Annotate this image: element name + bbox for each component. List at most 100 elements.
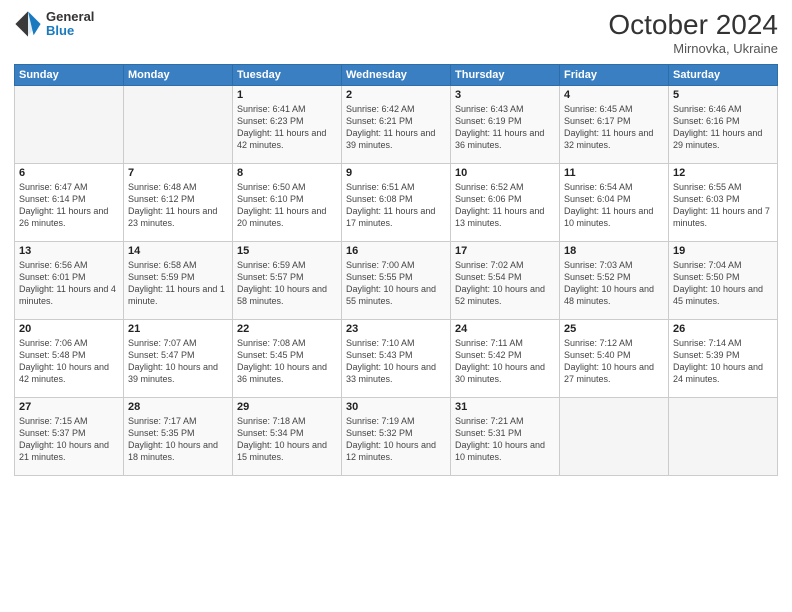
day-info: Sunrise: 7:03 AM Sunset: 5:52 PM Dayligh… bbox=[564, 259, 664, 308]
logo-icon bbox=[14, 10, 42, 38]
day-info: Sunrise: 6:41 AM Sunset: 6:23 PM Dayligh… bbox=[237, 103, 337, 152]
logo: General Blue bbox=[14, 10, 94, 39]
calendar-cell: 24 Sunrise: 7:11 AM Sunset: 5:42 PM Dayli… bbox=[451, 319, 560, 397]
day-number: 29 bbox=[237, 401, 337, 413]
day-number: 21 bbox=[128, 323, 228, 335]
calendar-cell: 9Sunrise: 6:51 AM Sunset: 6:08 PM Daylig… bbox=[342, 163, 451, 241]
calendar-cell: 17 Sunrise: 7:02 AM Sunset: 5:54 PM Dayli… bbox=[451, 241, 560, 319]
day-info: Sunrise: 6:50 AM Sunset: 6:10 PM Dayligh… bbox=[237, 181, 337, 230]
day-number: 19 bbox=[673, 245, 773, 257]
day-info: Sunrise: 7:17 AM Sunset: 5:35 PM Dayligh… bbox=[128, 415, 228, 464]
calendar-cell: 3 Sunrise: 6:43 AM Sunset: 6:19 PM Daylig… bbox=[451, 85, 560, 163]
weekday-header-tuesday: Tuesday bbox=[233, 64, 342, 85]
day-number: 15 bbox=[237, 245, 337, 257]
day-info: Sunrise: 6:48 AM Sunset: 6:12 PM Dayligh… bbox=[128, 181, 228, 230]
location-subtitle: Mirnovka, Ukraine bbox=[608, 41, 778, 56]
day-info: Sunrise: 7:18 AM Sunset: 5:34 PM Dayligh… bbox=[237, 415, 337, 464]
calendar-cell: 10 Sunrise: 6:52 AM Sunset: 6:06 PM Dayli… bbox=[451, 163, 560, 241]
calendar-week-row: 20 Sunrise: 7:06 AM Sunset: 5:48 PM Dayli… bbox=[15, 319, 778, 397]
calendar-cell: 7 Sunrise: 6:48 AM Sunset: 6:12 PM Daylig… bbox=[124, 163, 233, 241]
calendar-cell: 31 Sunrise: 7:21 AM Sunset: 5:31 PM Dayli… bbox=[451, 397, 560, 475]
day-number: 11 bbox=[564, 167, 664, 179]
day-info: Sunrise: 6:43 AM Sunset: 6:19 PM Dayligh… bbox=[455, 103, 555, 152]
day-number: 31 bbox=[455, 401, 555, 413]
weekday-header-thursday: Thursday bbox=[451, 64, 560, 85]
day-number: 24 bbox=[455, 323, 555, 335]
calendar-cell bbox=[560, 397, 669, 475]
day-number: 22 bbox=[237, 323, 337, 335]
day-number: 4 bbox=[564, 89, 664, 101]
weekday-header-wednesday: Wednesday bbox=[342, 64, 451, 85]
day-info: Sunrise: 6:55 AM Sunset: 6:03 PM Dayligh… bbox=[673, 181, 773, 230]
day-info: Sunrise: 7:19 AM Sunset: 5:32 PM Dayligh… bbox=[346, 415, 446, 464]
day-number: 14 bbox=[128, 245, 228, 257]
day-number: 13 bbox=[19, 245, 119, 257]
day-info: Sunrise: 6:56 AM Sunset: 6:01 PM Dayligh… bbox=[19, 259, 119, 308]
day-number: 6 bbox=[19, 167, 119, 179]
day-number: 1 bbox=[237, 89, 337, 101]
day-number: 10 bbox=[455, 167, 555, 179]
day-number: 30 bbox=[346, 401, 446, 413]
calendar-cell: 6Sunrise: 6:47 AM Sunset: 6:14 PM Daylig… bbox=[15, 163, 124, 241]
calendar-cell: 15Sunrise: 6:59 AM Sunset: 5:57 PM Dayli… bbox=[233, 241, 342, 319]
calendar-cell: 8 Sunrise: 6:50 AM Sunset: 6:10 PM Daylig… bbox=[233, 163, 342, 241]
day-info: Sunrise: 7:11 AM Sunset: 5:42 PM Dayligh… bbox=[455, 337, 555, 386]
day-number: 18 bbox=[564, 245, 664, 257]
day-info: Sunrise: 6:46 AM Sunset: 6:16 PM Dayligh… bbox=[673, 103, 773, 152]
calendar-header-row: SundayMondayTuesdayWednesdayThursdayFrid… bbox=[15, 64, 778, 85]
logo-text: General Blue bbox=[46, 10, 94, 39]
calendar-cell: 27Sunrise: 7:15 AM Sunset: 5:37 PM Dayli… bbox=[15, 397, 124, 475]
day-number: 9 bbox=[346, 167, 446, 179]
day-info: Sunrise: 7:08 AM Sunset: 5:45 PM Dayligh… bbox=[237, 337, 337, 386]
calendar-week-row: 1 Sunrise: 6:41 AM Sunset: 6:23 PM Daylig… bbox=[15, 85, 778, 163]
day-number: 2 bbox=[346, 89, 446, 101]
calendar-cell: 11 Sunrise: 6:54 AM Sunset: 6:04 PM Dayli… bbox=[560, 163, 669, 241]
calendar-week-row: 27Sunrise: 7:15 AM Sunset: 5:37 PM Dayli… bbox=[15, 397, 778, 475]
day-number: 7 bbox=[128, 167, 228, 179]
day-number: 5 bbox=[673, 89, 773, 101]
day-number: 26 bbox=[673, 323, 773, 335]
calendar-cell: 29 Sunrise: 7:18 AM Sunset: 5:34 PM Dayli… bbox=[233, 397, 342, 475]
calendar-cell bbox=[124, 85, 233, 163]
day-info: Sunrise: 7:07 AM Sunset: 5:47 PM Dayligh… bbox=[128, 337, 228, 386]
day-info: Sunrise: 7:14 AM Sunset: 5:39 PM Dayligh… bbox=[673, 337, 773, 386]
calendar-cell: 23 Sunrise: 7:10 AM Sunset: 5:43 PM Dayli… bbox=[342, 319, 451, 397]
page: General Blue October 2024 Mirnovka, Ukra… bbox=[0, 0, 792, 612]
calendar-cell: 20 Sunrise: 7:06 AM Sunset: 5:48 PM Dayli… bbox=[15, 319, 124, 397]
calendar-cell: 22 Sunrise: 7:08 AM Sunset: 5:45 PM Dayli… bbox=[233, 319, 342, 397]
day-info: Sunrise: 6:58 AM Sunset: 5:59 PM Dayligh… bbox=[128, 259, 228, 308]
calendar-cell: 28 Sunrise: 7:17 AM Sunset: 5:35 PM Dayli… bbox=[124, 397, 233, 475]
logo-blue: Blue bbox=[46, 24, 94, 38]
calendar-cell: 1 Sunrise: 6:41 AM Sunset: 6:23 PM Daylig… bbox=[233, 85, 342, 163]
day-info: Sunrise: 6:52 AM Sunset: 6:06 PM Dayligh… bbox=[455, 181, 555, 230]
day-number: 3 bbox=[455, 89, 555, 101]
calendar-table: SundayMondayTuesdayWednesdayThursdayFrid… bbox=[14, 64, 778, 476]
weekday-header-saturday: Saturday bbox=[669, 64, 778, 85]
day-info: Sunrise: 6:54 AM Sunset: 6:04 PM Dayligh… bbox=[564, 181, 664, 230]
calendar-cell: 2Sunrise: 6:42 AM Sunset: 6:21 PM Daylig… bbox=[342, 85, 451, 163]
day-info: Sunrise: 6:45 AM Sunset: 6:17 PM Dayligh… bbox=[564, 103, 664, 152]
logo-general: General bbox=[46, 10, 94, 24]
calendar-cell: 26 Sunrise: 7:14 AM Sunset: 5:39 PM Dayli… bbox=[669, 319, 778, 397]
day-number: 17 bbox=[455, 245, 555, 257]
calendar-cell: 14 Sunrise: 6:58 AM Sunset: 5:59 PM Dayli… bbox=[124, 241, 233, 319]
day-info: Sunrise: 7:04 AM Sunset: 5:50 PM Dayligh… bbox=[673, 259, 773, 308]
day-info: Sunrise: 7:15 AM Sunset: 5:37 PM Dayligh… bbox=[19, 415, 119, 464]
header: General Blue October 2024 Mirnovka, Ukra… bbox=[14, 10, 778, 56]
day-info: Sunrise: 7:21 AM Sunset: 5:31 PM Dayligh… bbox=[455, 415, 555, 464]
calendar-cell: 13 Sunrise: 6:56 AM Sunset: 6:01 PM Dayli… bbox=[15, 241, 124, 319]
day-number: 12 bbox=[673, 167, 773, 179]
day-info: Sunrise: 7:10 AM Sunset: 5:43 PM Dayligh… bbox=[346, 337, 446, 386]
calendar-cell: 21 Sunrise: 7:07 AM Sunset: 5:47 PM Dayli… bbox=[124, 319, 233, 397]
day-number: 23 bbox=[346, 323, 446, 335]
calendar-cell: 19 Sunrise: 7:04 AM Sunset: 5:50 PM Dayli… bbox=[669, 241, 778, 319]
day-info: Sunrise: 7:02 AM Sunset: 5:54 PM Dayligh… bbox=[455, 259, 555, 308]
calendar-week-row: 6Sunrise: 6:47 AM Sunset: 6:14 PM Daylig… bbox=[15, 163, 778, 241]
weekday-header-sunday: Sunday bbox=[15, 64, 124, 85]
day-number: 20 bbox=[19, 323, 119, 335]
calendar-cell: 16Sunrise: 7:00 AM Sunset: 5:55 PM Dayli… bbox=[342, 241, 451, 319]
day-info: Sunrise: 7:06 AM Sunset: 5:48 PM Dayligh… bbox=[19, 337, 119, 386]
day-number: 8 bbox=[237, 167, 337, 179]
title-block: October 2024 Mirnovka, Ukraine bbox=[608, 10, 778, 56]
day-number: 28 bbox=[128, 401, 228, 413]
